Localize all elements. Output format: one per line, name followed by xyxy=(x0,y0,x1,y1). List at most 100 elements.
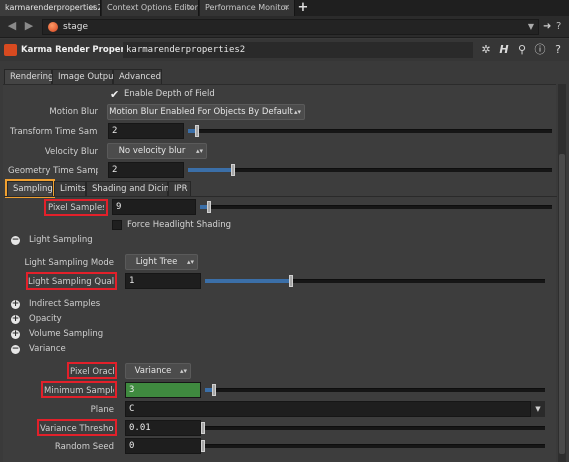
opacity-folder[interactable]: Opacity xyxy=(29,314,62,324)
light-sampling-folder[interactable]: Light Sampling xyxy=(29,235,93,245)
variance-folder[interactable]: Variance xyxy=(29,344,66,354)
slider-fill xyxy=(188,129,195,133)
slider-track xyxy=(205,388,545,392)
volume-sampling-folder[interactable]: Volume Sampling xyxy=(29,329,103,339)
pin-icon[interactable]: ➜ xyxy=(543,20,555,34)
info-icon[interactable]: ⓘ xyxy=(533,43,547,57)
random-seed-slider[interactable] xyxy=(201,438,545,454)
tab-image-output[interactable]: Image Output xyxy=(52,69,117,85)
node-name-field[interactable]: karmarenderproperties2 xyxy=(123,42,473,58)
pixel-samples-field[interactable]: 9 xyxy=(112,199,196,215)
random-seed-label: Random Seed xyxy=(54,442,114,452)
scrollbar[interactable] xyxy=(558,84,566,462)
pixel-oracle-menu[interactable]: Variance ▴▾ xyxy=(125,363,191,379)
help-icon[interactable]: ? xyxy=(551,43,565,57)
tab-rendering[interactable]: Rendering xyxy=(4,69,53,85)
slider-fill xyxy=(188,168,231,172)
window-tab-bar: karmarenderproperties2 ✕ Context Options… xyxy=(0,0,569,16)
slider-track xyxy=(201,444,545,448)
tab-context-options-editor[interactable]: Context Options Editor ✕ xyxy=(102,0,199,16)
variance-threshold-field[interactable]: 0.01 xyxy=(125,420,201,436)
light-sampling-mode-value: Light Tree xyxy=(135,257,178,267)
indirect-samples-folder[interactable]: Indirect Samples xyxy=(29,299,100,309)
node-header: Karma Render Properties karmarenderprope… xyxy=(0,39,569,61)
karma-node-icon xyxy=(4,44,17,56)
chevron-down-icon[interactable]: ▼ xyxy=(531,401,545,417)
geometry-time-samples-label: Geometry Time Samp... xyxy=(8,166,98,176)
expand-plus-icon[interactable]: + xyxy=(11,315,20,324)
light-sampling-quality-field[interactable]: 1 xyxy=(125,273,201,289)
motion-blur-label: Motion Blur xyxy=(49,107,98,117)
close-icon[interactable]: ✕ xyxy=(283,0,290,16)
force-headlight-label: Force Headlight Shading xyxy=(127,220,231,230)
expand-plus-icon[interactable]: + xyxy=(11,300,20,309)
new-tab-button[interactable]: + xyxy=(296,0,310,16)
tab-limits[interactable]: Limits xyxy=(54,181,86,197)
collapse-minus-icon[interactable]: − xyxy=(11,236,20,245)
depth-of-field-checkbox[interactable]: ✔ xyxy=(110,89,119,100)
transform-time-samples-slider[interactable] xyxy=(188,123,552,139)
collapse-minus-icon[interactable]: − xyxy=(11,345,20,354)
slider-handle[interactable] xyxy=(195,125,199,137)
scrollbar-thumb[interactable] xyxy=(559,154,565,454)
gear-icon[interactable]: ✲ xyxy=(479,43,493,57)
close-icon[interactable]: ✕ xyxy=(89,0,96,16)
tab-ipr[interactable]: IPR xyxy=(168,181,191,197)
path-text: stage xyxy=(63,22,88,32)
slider-handle[interactable] xyxy=(231,164,235,176)
light-sampling-quality-slider[interactable] xyxy=(205,273,545,289)
light-sampling-mode-menu[interactable]: Light Tree ▴▾ xyxy=(125,254,198,270)
pixel-oracle-value: Variance xyxy=(134,366,172,376)
chevron-updown-icon: ▴▾ xyxy=(195,147,203,155)
slider-handle[interactable] xyxy=(289,275,293,287)
slider-track xyxy=(201,426,545,430)
path-field[interactable]: stage ▼ xyxy=(42,19,539,35)
h-icon[interactable]: H xyxy=(497,43,511,57)
chevron-down-icon[interactable]: ▼ xyxy=(528,20,534,34)
velocity-blur-value: No velocity blur xyxy=(118,146,186,156)
arrow-right-icon[interactable]: ▶ xyxy=(22,19,36,33)
expand-plus-icon[interactable]: + xyxy=(11,330,20,339)
force-headlight-checkbox[interactable] xyxy=(112,220,122,230)
light-sampling-quality-highlight xyxy=(26,272,117,290)
chevron-updown-icon: ▴▾ xyxy=(293,108,301,116)
search-icon[interactable]: ⚲ xyxy=(515,43,529,57)
slider-handle[interactable] xyxy=(212,384,216,396)
tab-performance-monitor[interactable]: Performance Monitor ✕ xyxy=(200,0,295,16)
minimum-samples-field[interactable]: 3 xyxy=(125,382,201,398)
help-icon[interactable]: ? xyxy=(556,20,568,34)
tab-label: Performance Monitor xyxy=(205,3,289,12)
pixel-oracle-highlight xyxy=(67,362,117,379)
pixel-samples-slider[interactable] xyxy=(200,199,552,215)
velocity-blur-label: Velocity Blur xyxy=(44,147,98,157)
tab-karmarenderproperties2[interactable]: karmarenderproperties2 ✕ xyxy=(0,0,101,16)
tab-advanced[interactable]: Advanced xyxy=(113,69,162,85)
subtab-divider xyxy=(4,196,557,197)
arrow-left-icon[interactable]: ◀ xyxy=(5,19,19,33)
chevron-updown-icon: ▴▾ xyxy=(179,367,187,375)
slider-handle[interactable] xyxy=(201,440,205,452)
close-icon[interactable]: ✕ xyxy=(187,0,194,16)
minimum-samples-highlight xyxy=(41,381,117,398)
slider-handle[interactable] xyxy=(207,201,211,213)
light-sampling-mode-label: Light Sampling Mode xyxy=(24,258,114,268)
variance-threshold-slider[interactable] xyxy=(201,420,545,436)
plane-field[interactable]: C xyxy=(125,401,531,417)
transform-time-samples-label: Transform Time Sam... xyxy=(10,127,98,137)
random-seed-field[interactable]: 0 xyxy=(125,438,201,454)
velocity-blur-menu[interactable]: No velocity blur ▴▾ xyxy=(107,143,207,159)
motion-blur-value: Motion Blur Enabled For Objects By Defau… xyxy=(109,107,293,117)
slider-handle[interactable] xyxy=(201,422,205,434)
geometry-time-samples-field[interactable]: 2 xyxy=(108,162,184,178)
transform-time-samples-field[interactable]: 2 xyxy=(108,123,184,139)
depth-of-field-label: Enable Depth of Field xyxy=(124,89,215,99)
tab-shading-and-dicing[interactable]: Shading and Dicing xyxy=(86,181,175,197)
geometry-time-samples-slider[interactable] xyxy=(188,162,552,178)
minimum-samples-slider[interactable] xyxy=(205,382,545,398)
slider-fill xyxy=(200,205,207,209)
pixel-samples-highlight xyxy=(44,199,108,216)
chevron-updown-icon: ▴▾ xyxy=(186,258,194,266)
slider-fill xyxy=(205,279,289,283)
motion-blur-menu[interactable]: Motion Blur Enabled For Objects By Defau… xyxy=(107,104,305,120)
tab-label: karmarenderproperties2 xyxy=(5,3,101,12)
